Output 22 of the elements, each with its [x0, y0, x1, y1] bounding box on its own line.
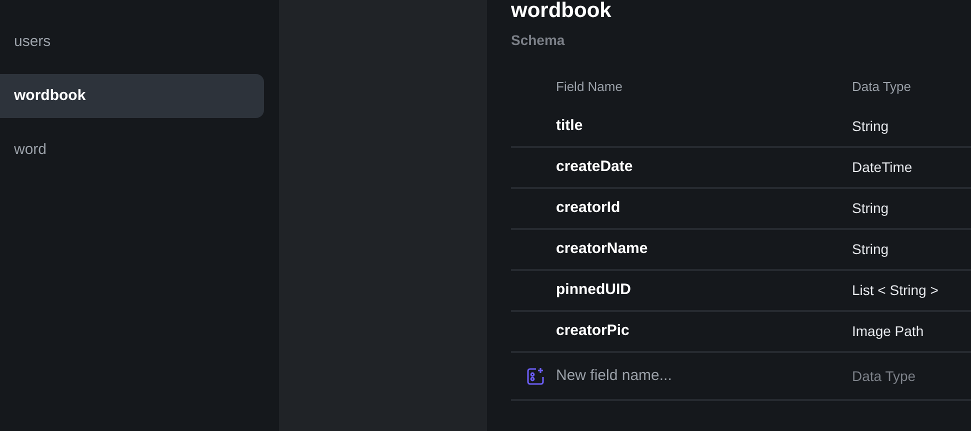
data-type-cell-text: String: [852, 240, 889, 259]
collection-title: wordbook: [511, 0, 612, 22]
field-name-cell-text: creatorId: [556, 198, 622, 218]
sidebar-item[interactable]: wordbook: [0, 74, 264, 118]
data-type-cell-text: Image Path: [852, 322, 924, 341]
column-header: Data Type: [852, 78, 912, 96]
field-name-cell-text: createDate: [556, 157, 634, 178]
new-field-input[interactable]: New field name...: [556, 364, 852, 388]
sidebar-item[interactable]: word: [0, 128, 264, 172]
data-type-cell-text: String: [852, 199, 889, 218]
sidebar-item[interactable]: users: [0, 20, 264, 64]
data-type-cell-text: String: [852, 117, 889, 136]
field-name-cell-text: creatorPic: [556, 321, 630, 342]
add-field-icon[interactable]: [526, 366, 545, 386]
data-type-cell-text: List < String >: [852, 281, 938, 300]
field-name-cell-text: title: [556, 116, 584, 136]
field-name-cell-text: pinnedUID: [556, 280, 632, 300]
section-label: Schema: [511, 31, 566, 50]
column-header: Field Name: [556, 78, 624, 96]
field-name-cell-text: creatorName: [556, 239, 649, 260]
data-type-cell-text: DateTime: [852, 158, 912, 177]
data-type-input[interactable]: Data Type: [852, 366, 962, 386]
